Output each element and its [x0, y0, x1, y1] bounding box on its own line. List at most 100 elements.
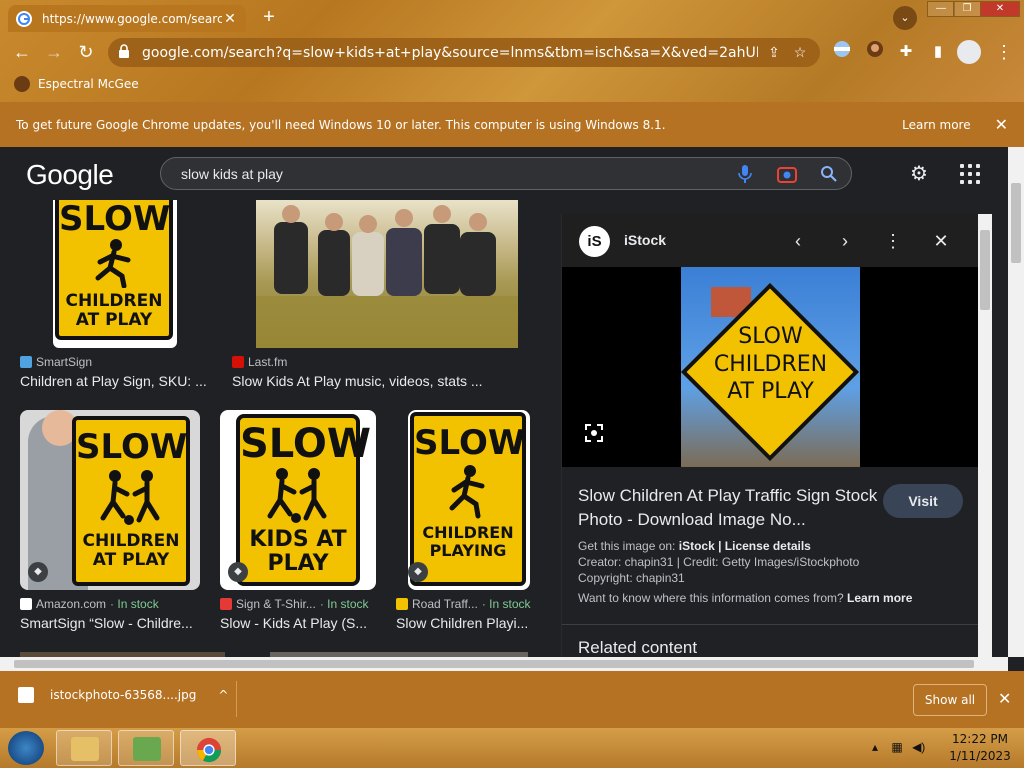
get-image-site-link[interactable]: iStock [679, 539, 715, 553]
google-images-page: Google slow kids at play ⚙ SLOW CHILDREN… [0, 147, 1008, 657]
result-source-road-traffic[interactable]: Road Traff... · In stock [396, 597, 531, 611]
tab-title: https://www.google.com/search? [42, 11, 222, 26]
close-panel-icon[interactable]: ✕ [930, 230, 952, 252]
download-item[interactable]: istockphoto-63568....jpg ^ [18, 687, 228, 703]
tray-expand-icon[interactable]: ▴ [872, 740, 878, 754]
sign-text-line3: PLAYING [429, 540, 507, 560]
chevron-up-icon[interactable]: ^ [218, 688, 228, 702]
info-source-line: Want to know where this information come… [578, 591, 913, 605]
result-source-sign-tshirt[interactable]: Sign & T-Shir... · In stock [220, 597, 369, 611]
source-label: Sign & T-Shir... [236, 597, 316, 611]
result-image-amazon[interactable]: SLOW CHILDREN AT PLAY ◆ [20, 410, 200, 590]
search-input[interactable]: slow kids at play [181, 166, 715, 182]
system-tray[interactable]: ▴ ▦ ◀) [872, 740, 925, 754]
result-image-sign-tshirt[interactable]: SLOW KIDS AT PLAY ◆ [220, 410, 376, 590]
start-button-icon[interactable] [8, 731, 44, 765]
volume-icon[interactable]: ◀) [912, 740, 925, 754]
license-details-link[interactable]: License details [725, 539, 811, 553]
sign-text-slow: SLOW [240, 421, 371, 467]
side-panel-icon[interactable]: ▮ [926, 40, 950, 64]
result-image-lastfm[interactable] [256, 200, 518, 348]
page-horizontal-scrollbar[interactable] [0, 657, 1008, 671]
share-icon[interactable]: ⇪ [764, 44, 784, 61]
taskbar-chrome[interactable] [180, 730, 236, 766]
close-window-button[interactable]: ✕ [980, 1, 1020, 17]
sign-text-slow: SLOW [59, 200, 171, 239]
microphone-icon[interactable] [733, 162, 757, 186]
in-stock-label: · In stock [481, 597, 531, 611]
source-label: Road Traff... [412, 597, 478, 611]
maximize-button[interactable]: ❐ [953, 1, 981, 17]
previous-chevron-icon[interactable]: ‹ [787, 230, 809, 252]
extension-flag-icon[interactable] [830, 40, 854, 64]
result-title-road-traffic[interactable]: Slow Children Playi... [396, 615, 528, 631]
panel-scrollbar[interactable] [978, 214, 992, 658]
sign-text-line2: CHILDREN [82, 531, 180, 551]
two-kids-icon [267, 468, 327, 523]
google-apps-icon[interactable] [958, 162, 982, 186]
result-title-smartsign[interactable]: Children at Play Sign, SKU: ... [20, 373, 207, 389]
in-stock-label: · In stock [319, 597, 369, 611]
forward-button[interactable]: → [42, 40, 66, 64]
related-content-heading: Related content [578, 638, 698, 657]
smartsign-favicon-icon [20, 356, 32, 368]
image-preview-panel: iS iStock ‹ › ⋮ ✕ SLOW CHILDREN AT PLAY … [561, 214, 978, 657]
visit-button[interactable]: Visit [883, 484, 963, 518]
camera-lens-icon[interactable] [775, 162, 799, 186]
panel-image-title[interactable]: Slow Children At Play Traffic Sign Stock… [578, 484, 878, 532]
taskbar-people-app[interactable] [118, 730, 174, 766]
google-lens-icon[interactable] [584, 423, 606, 445]
update-close-icon[interactable]: ✕ [995, 115, 1008, 134]
result-source-lastfm[interactable]: Last.fm [232, 355, 287, 369]
google-favicon-icon [16, 10, 32, 27]
profile-avatar-icon[interactable] [957, 40, 981, 64]
page-vertical-scrollbar[interactable] [1008, 147, 1024, 657]
system-clock[interactable]: 12:22 PM 1/11/2023 [945, 731, 1015, 765]
new-tab-button[interactable]: + [258, 6, 280, 28]
google-logo[interactable]: Google [26, 159, 114, 191]
result-image-road-traffic[interactable]: SLOW CHILDREN PLAYING ◆ [408, 410, 530, 590]
result-title-lastfm[interactable]: Slow Kids At Play music, videos, stats .… [232, 373, 483, 389]
tab-search-button[interactable]: ⌄ [893, 6, 917, 30]
bookmark-star-icon[interactable]: ☆ [790, 44, 810, 61]
istock-logo[interactable]: iS [579, 226, 610, 257]
search-icon[interactable] [817, 162, 841, 186]
settings-gear-icon[interactable]: ⚙ [907, 162, 931, 186]
chrome-menu-icon[interactable]: ⋮ [994, 40, 1014, 64]
result-title-amazon[interactable]: SmartSign “Slow - Childre... [20, 615, 193, 631]
sign-tshirt-favicon-icon [220, 598, 232, 610]
back-button[interactable]: ← [10, 40, 34, 64]
sign-text-line3: AT PLAY [75, 309, 153, 330]
update-learn-more-link[interactable]: Learn more [902, 118, 970, 132]
panel-site-name[interactable]: iStock [624, 232, 666, 248]
show-all-button[interactable]: Show all [913, 684, 987, 716]
minimize-button[interactable]: — [927, 1, 955, 17]
browser-tab[interactable]: https://www.google.com/search? ✕ [8, 5, 246, 32]
result-source-smartsign[interactable]: SmartSign [20, 355, 92, 369]
next-chevron-icon[interactable]: › [834, 230, 856, 252]
tab-close-icon[interactable]: ✕ [222, 10, 238, 27]
panel-divider [562, 624, 978, 625]
extension-avatar-icon[interactable] [863, 40, 887, 64]
in-stock-label: · In stock [110, 597, 159, 611]
download-close-icon[interactable]: ✕ [998, 689, 1011, 709]
more-options-icon[interactable]: ⋮ [882, 230, 904, 252]
reload-button[interactable]: ↻ [74, 40, 98, 64]
result-source-amazon[interactable]: Amazon.com · In stock [20, 597, 159, 611]
panel-learn-more-link[interactable]: Learn more [847, 591, 912, 605]
address-bar[interactable]: google.com/search?q=slow+kids+at+play&so… [108, 38, 820, 67]
extensions-puzzle-icon[interactable]: ✚ [894, 40, 918, 64]
result-title-sign-tshirt[interactable]: Slow - Kids At Play (S... [220, 615, 367, 631]
result-image-smartsign[interactable]: SLOW CHILDREN AT PLAY [53, 200, 177, 348]
sign-text-line3: PLAY [267, 551, 329, 577]
chrome-icon [195, 737, 223, 763]
taskbar-file-explorer[interactable] [56, 730, 112, 766]
shopping-tag-icon: ◆ [28, 562, 48, 582]
update-message: To get future Google Chrome updates, you… [16, 117, 666, 132]
bookmark-favicon-icon [14, 76, 30, 92]
preview-image-area[interactable]: SLOW CHILDREN AT PLAY [562, 267, 978, 467]
sign-text-slow: SLOW [76, 427, 188, 467]
search-box[interactable]: slow kids at play [160, 157, 852, 190]
network-icon[interactable]: ▦ [891, 740, 902, 754]
bookmark-espectral-mcgee[interactable]: Espectral McGee [14, 76, 139, 92]
